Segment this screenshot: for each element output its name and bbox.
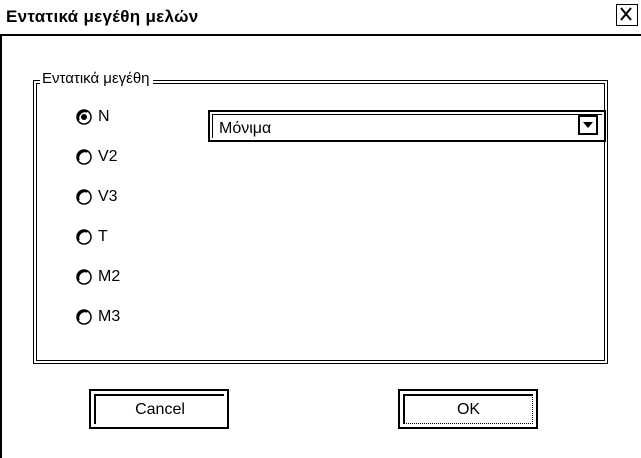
radio-unselected-icon — [76, 149, 92, 165]
radio-m3[interactable]: M3 — [75, 306, 120, 328]
dialog-window: Εντατικά μεγέθη μελών Εντατικά μεγέθη N … — [0, 0, 641, 458]
chevron-down-icon — [583, 122, 593, 128]
radio-t[interactable]: T — [75, 226, 108, 248]
radio-label-v3: V3 — [98, 188, 118, 205]
combo-value: Μόνιμα — [219, 120, 272, 137]
radio-selected-icon — [76, 109, 92, 125]
close-button[interactable] — [616, 4, 638, 26]
close-icon — [620, 7, 632, 21]
window-title: Εντατικά μεγέθη μελών — [6, 7, 199, 26]
title-bar: Εντατικά μεγέθη μελών — [0, 0, 641, 36]
radio-unselected-icon — [76, 309, 92, 325]
group-box-title: Εντατικά μεγέθη — [40, 70, 153, 88]
radio-label-t: T — [98, 228, 108, 245]
load-case-select[interactable]: Μόνιμα — [208, 110, 606, 142]
window-border — [0, 34, 2, 458]
combo-dropdown-button[interactable] — [578, 115, 598, 135]
radio-n[interactable]: N — [75, 106, 110, 128]
radio-unselected-icon — [76, 269, 92, 285]
radio-m2[interactable]: M2 — [75, 266, 120, 288]
ok-button-face: OK — [403, 394, 533, 424]
radio-unselected-icon — [76, 189, 92, 205]
radio-v3[interactable]: V3 — [75, 186, 118, 208]
ok-button-label: OK — [456, 400, 481, 418]
radio-unselected-icon — [76, 229, 92, 245]
radio-label-m2: M2 — [98, 268, 121, 285]
combo-field: Μόνιμα — [212, 114, 602, 138]
radio-label-m3: M3 — [98, 308, 121, 325]
radio-label-v2: V2 — [98, 148, 118, 165]
cancel-button-label: Cancel — [135, 401, 185, 418]
ok-button[interactable]: OK — [398, 389, 538, 429]
radio-v2[interactable]: V2 — [75, 146, 118, 168]
cancel-button-face: Cancel — [94, 394, 224, 424]
cancel-button[interactable]: Cancel — [89, 389, 229, 429]
radio-label-n: N — [98, 108, 110, 125]
